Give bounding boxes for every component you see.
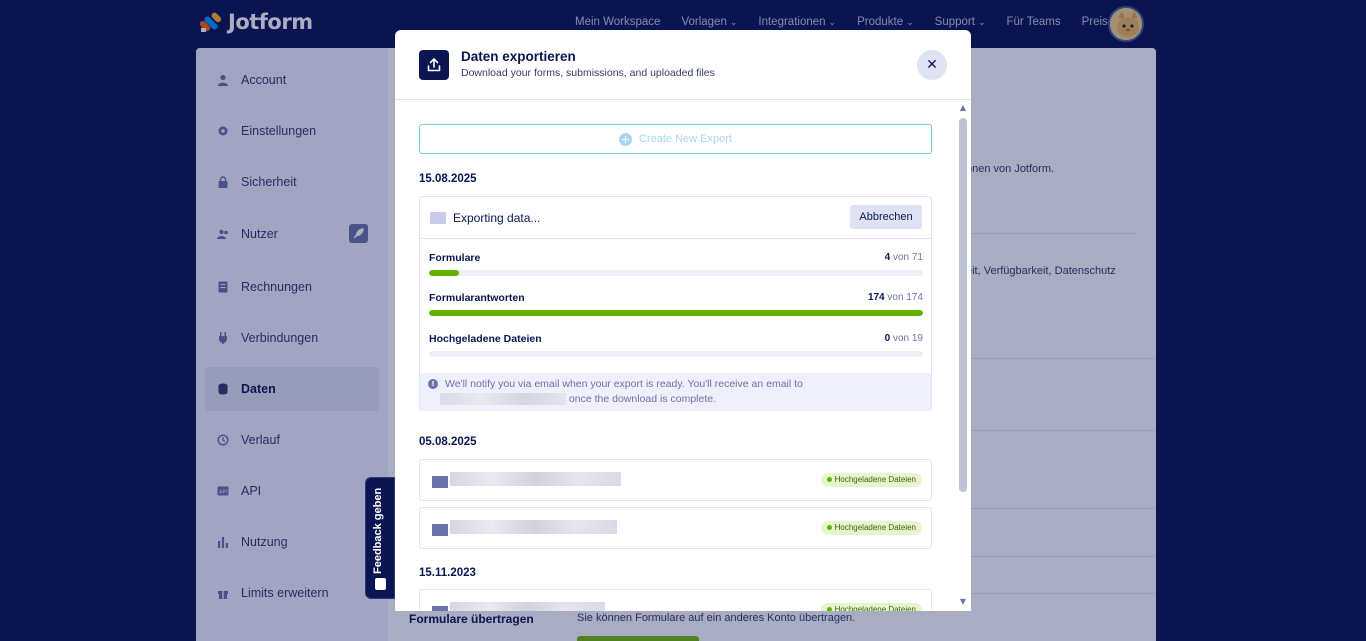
progress-total: von 174 — [887, 292, 923, 303]
progress-count: 174 von 174 — [868, 292, 923, 303]
progress-row: Formularantworten 174 von 174 — [429, 292, 923, 322]
scroll-thumb[interactable] — [959, 118, 967, 492]
progress-track — [429, 310, 923, 316]
plus-circle-icon: + — [619, 132, 633, 146]
feedback-icon — [375, 578, 386, 590]
modal-header: Daten exportieren Download your forms, s… — [395, 30, 971, 100]
status-badge: Hochgeladene Dateien — [820, 521, 922, 535]
history-date-header: 15.11.2023 — [419, 567, 476, 579]
export-card-header: Exporting data... Abbrechen — [420, 197, 931, 239]
modal-scrollbar[interactable]: ▲ ▼ — [957, 104, 969, 608]
folder-icon — [432, 606, 448, 611]
scroll-down-icon[interactable]: ▼ — [959, 598, 967, 606]
export-date-header: 15.08.2025 — [419, 173, 477, 185]
progress-fill — [429, 270, 459, 276]
progress-total: von 19 — [892, 333, 923, 344]
folder-icon — [432, 524, 448, 536]
scroll-up-icon[interactable]: ▲ — [959, 104, 967, 112]
upload-icon — [419, 50, 449, 80]
feedback-label: Feedback geben — [372, 487, 384, 574]
folder-icon — [430, 212, 446, 224]
progress-row: Formulare 4 von 71 — [429, 252, 923, 282]
progress-total: von 71 — [892, 252, 923, 263]
status-badge: Hochgeladene Dateien — [820, 473, 922, 487]
cancel-export-button[interactable]: Abbrechen — [850, 205, 922, 229]
progress-done: 0 — [884, 333, 891, 344]
progress-track — [429, 270, 923, 276]
progress-fill — [429, 310, 923, 316]
modal-title: Daten exportieren — [461, 49, 576, 64]
modal-subtitle: Download your forms, submissions, and up… — [461, 67, 715, 79]
progress-done: 4 — [884, 252, 891, 263]
progress-done: 174 — [867, 292, 885, 303]
export-status: Exporting data... — [453, 211, 541, 225]
notice-text-line2: once the download is complete. — [440, 393, 717, 406]
status-badge: Hochgeladene Dateien — [820, 603, 922, 611]
current-export-card: Exporting data... Abbrechen Formulare 4 v… — [419, 196, 932, 411]
history-date-header: 05.08.2025 — [419, 436, 477, 448]
info-icon: ! — [428, 379, 438, 389]
export-history-row[interactable]: Hochgeladene Dateien — [419, 589, 932, 611]
notice-text-suffix: once the download is complete. — [568, 393, 717, 405]
modal-body: + Create New Export 15.08.2025 Exporting… — [395, 101, 955, 611]
redacted-filename — [450, 472, 621, 486]
progress-row: Hochgeladene Dateien 0 von 19 — [429, 333, 923, 363]
export-data-modal: Daten exportieren Download your forms, s… — [395, 30, 971, 611]
email-notice: ! We'll notify you via email when your e… — [420, 373, 931, 411]
progress-name: Hochgeladene Dateien — [429, 333, 542, 345]
progress-count: 0 von 19 — [885, 333, 923, 344]
export-history-row[interactable]: Hochgeladene Dateien — [419, 507, 932, 549]
redacted-filename — [450, 602, 605, 611]
feedback-tab[interactable]: Feedback geben — [365, 477, 395, 599]
progress-name: Formularantworten — [429, 292, 525, 304]
export-history-row[interactable]: Hochgeladene Dateien — [419, 459, 932, 501]
folder-icon — [432, 476, 448, 488]
progress-count: 4 von 71 — [885, 252, 923, 263]
redacted-email — [440, 393, 566, 406]
create-export-label: Create New Export — [639, 133, 732, 145]
notice-text: We'll notify you via email when your exp… — [445, 378, 803, 390]
progress-name: Formulare — [429, 252, 481, 264]
create-new-export-button[interactable]: + Create New Export — [419, 124, 932, 154]
close-button[interactable]: ✕ — [917, 50, 947, 80]
progress-track — [429, 351, 923, 357]
redacted-filename — [450, 520, 617, 534]
close-icon: ✕ — [926, 57, 938, 73]
